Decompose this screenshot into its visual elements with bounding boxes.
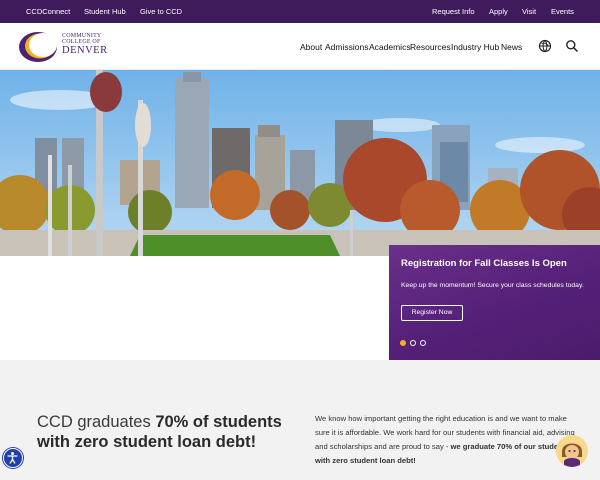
college-logo[interactable]: COMMUNITY COLLEGE OF DENVER	[18, 30, 118, 64]
search-icon[interactable]	[565, 39, 579, 53]
accessibility-button[interactable]	[3, 448, 23, 468]
mascot-icon	[556, 435, 588, 467]
slide-dot-3[interactable]	[420, 340, 426, 346]
denver-skyline-photo	[0, 70, 600, 256]
nav-news[interactable]: News	[501, 42, 522, 52]
visit-link[interactable]: Visit	[522, 7, 536, 16]
promo-title: Registration for Fall Classes Is Open	[401, 258, 567, 269]
student-hub-link[interactable]: Student Hub	[84, 7, 126, 16]
request-info-link[interactable]: Request Info	[432, 7, 475, 16]
stats-headline-prefix: CCD graduates	[37, 413, 156, 431]
stats-headline: CCD graduates 70% of students with zero …	[37, 412, 297, 452]
hero-image	[0, 70, 600, 256]
utility-bar: CCDConnect Student Hub Give to CCD Reque…	[0, 0, 600, 23]
register-now-button[interactable]: Register Now	[401, 305, 463, 321]
stats-body: We know how important getting the right …	[315, 412, 577, 468]
nav-admissions[interactable]: Admissions	[325, 42, 368, 52]
logo-line-3: DENVER	[62, 45, 108, 56]
registration-promo-card: Registration for Fall Classes Is Open Ke…	[389, 245, 600, 360]
chat-assistant-button[interactable]	[556, 435, 588, 467]
loan-debt-section: CCD graduates 70% of students with zero …	[0, 360, 600, 480]
promo-text: Keep up the momentum! Secure your class …	[401, 282, 584, 289]
nav-resources[interactable]: Resources	[410, 42, 451, 52]
give-to-ccd-link[interactable]: Give to CCD	[140, 7, 182, 16]
accessibility-icon	[7, 452, 18, 464]
apply-link[interactable]: Apply	[489, 7, 508, 16]
ccdconnect-link[interactable]: CCDConnect	[26, 7, 70, 16]
site-header: COMMUNITY COLLEGE OF DENVER About Admiss…	[0, 23, 600, 70]
slide-dot-2[interactable]	[410, 340, 416, 346]
events-link[interactable]: Events	[551, 7, 574, 16]
crescent-logo-icon	[19, 32, 57, 62]
globe-icon[interactable]	[538, 39, 552, 53]
nav-about[interactable]: About	[300, 42, 322, 52]
logo-wordmark: COMMUNITY COLLEGE OF DENVER	[62, 33, 108, 57]
nav-industry-hub[interactable]: Industry Hub	[451, 42, 499, 52]
slide-dot-1[interactable]	[400, 340, 406, 346]
nav-academics[interactable]: Academics	[369, 42, 411, 52]
